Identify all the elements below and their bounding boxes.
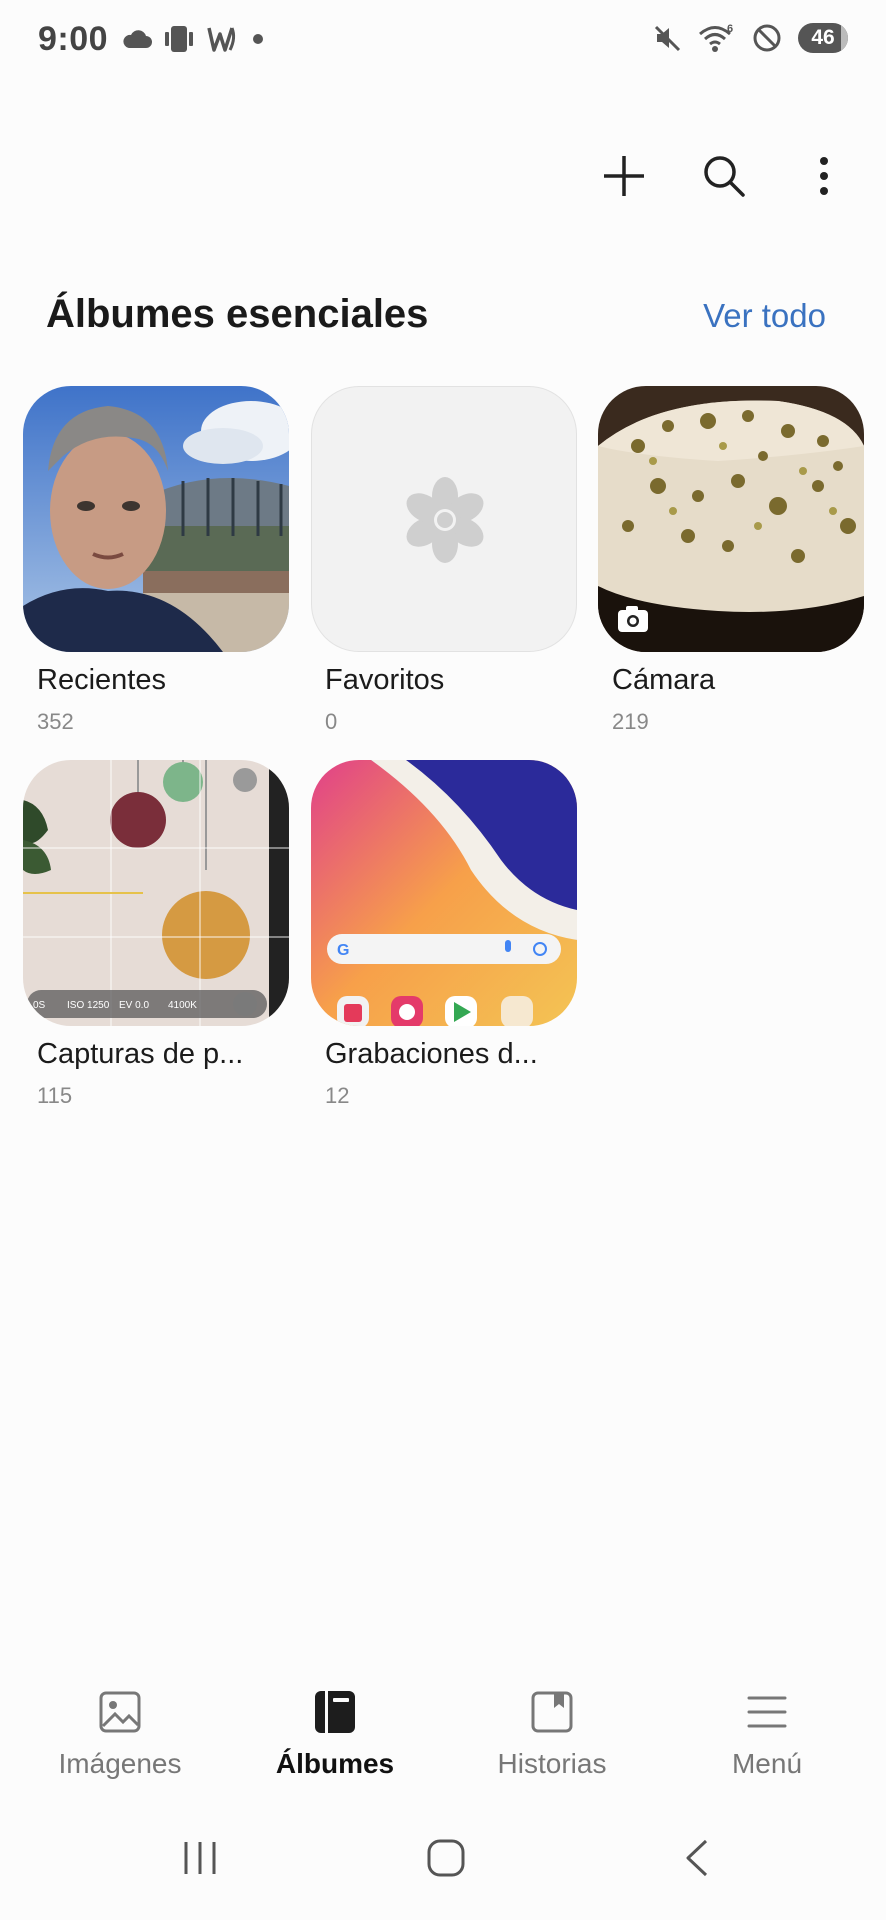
see-all-link[interactable]: Ver todo: [703, 297, 826, 335]
add-icon: [604, 156, 644, 196]
album-card-camara[interactable]: Cámara 219: [598, 386, 864, 735]
shutter-readout: 0S: [33, 1000, 46, 1011]
album-name: Favoritos: [325, 664, 445, 696]
recent-apps-button[interactable]: [180, 1838, 220, 1883]
album-card-capturas[interactable]: 0S ISO 1250 EV 0.0 4100K Capturas de p..…: [23, 760, 289, 1109]
wifi-6-icon: 6: [699, 23, 733, 52]
album-count: 352: [37, 709, 74, 734]
nav-item-imagenes[interactable]: Imágenes: [20, 1682, 220, 1780]
mute-icon: [654, 25, 681, 52]
album-thumbnail-recientes[interactable]: [23, 386, 289, 652]
menu-icon: [667, 1682, 867, 1742]
status-bar: 9:00 6 46: [0, 0, 886, 84]
home-button[interactable]: [426, 1838, 466, 1883]
back-button[interactable]: [678, 1838, 718, 1883]
nav-item-albumes[interactable]: Álbumes: [235, 1682, 435, 1780]
search-icon: [704, 156, 745, 197]
album-thumbnail-grabaciones[interactable]: G: [311, 760, 577, 1026]
homescreen-recording-image: G: [311, 760, 577, 1026]
album-count: 219: [612, 709, 649, 734]
recent-apps-icon: [184, 1842, 216, 1874]
bottom-navigation: Imágenes Álbumes Historias Menú: [0, 1682, 886, 1792]
album-thumbnail-favoritos[interactable]: [311, 386, 577, 652]
status-left-icons: [122, 24, 268, 54]
album-name: Cámara: [612, 664, 716, 696]
svg-text:6: 6: [727, 23, 733, 35]
more-options-icon: [820, 157, 828, 195]
album-name: Recientes: [37, 664, 166, 696]
nav-item-historias[interactable]: Historias: [452, 1682, 652, 1780]
selfie-photo-image: [23, 386, 289, 652]
do-not-disturb-icon: [753, 24, 781, 52]
album-thumbnail-capturas[interactable]: 0S ISO 1250 EV 0.0 4100K: [23, 760, 289, 1026]
album-name: Grabaciones d...: [325, 1038, 538, 1070]
nav-label: Imágenes: [58, 1748, 182, 1779]
cloud-icon: [123, 30, 152, 48]
album-name: Capturas de p...: [37, 1038, 244, 1070]
album-count: 0: [325, 709, 338, 734]
stories-icon: [452, 1682, 652, 1742]
nav-label: Historias: [497, 1748, 607, 1779]
back-icon: [686, 1839, 708, 1877]
status-right-icons: 6 46: [652, 22, 848, 54]
system-navigation-bar: [0, 1830, 886, 1900]
album-count: 12: [325, 1083, 350, 1108]
flower-icon: [406, 477, 484, 563]
svg-text:G: G: [337, 942, 349, 959]
dot-icon: [253, 34, 263, 44]
nav-item-menu[interactable]: Menú: [667, 1682, 867, 1780]
search-button[interactable]: [696, 148, 752, 204]
battery-icon: 46: [798, 23, 848, 53]
vibrate-icon: [165, 26, 193, 52]
camera-ui-screenshot-image: 0S ISO 1250 EV 0.0 4100K: [23, 760, 289, 1026]
ev-readout: EV 0.0: [119, 1000, 149, 1011]
more-options-button[interactable]: [796, 148, 852, 204]
cake-photo-image: [598, 386, 864, 652]
album-icon: [235, 1682, 435, 1742]
status-time: 9:00: [38, 20, 109, 58]
album-card-favoritos[interactable]: Favoritos 0: [311, 386, 577, 735]
album-thumbnail-camara[interactable]: [598, 386, 864, 652]
iso-readout: ISO 1250: [67, 1000, 110, 1011]
home-icon: [427, 1839, 465, 1877]
w-app-icon: [207, 27, 236, 52]
top-action-bar: [596, 148, 852, 204]
battery-level: 46: [811, 26, 835, 49]
album-card-grabaciones[interactable]: G Grabaciones d... 12: [311, 760, 577, 1109]
album-card-recientes[interactable]: Recientes 352: [23, 386, 289, 735]
section-title: Álbumes esenciales: [46, 292, 429, 336]
add-button[interactable]: [596, 148, 652, 204]
nav-label: Menú: [731, 1748, 803, 1779]
nav-label: Álbumes: [275, 1748, 395, 1779]
album-count: 115: [37, 1083, 73, 1108]
wb-readout: 4100K: [168, 1000, 197, 1011]
image-icon: [20, 1682, 220, 1742]
